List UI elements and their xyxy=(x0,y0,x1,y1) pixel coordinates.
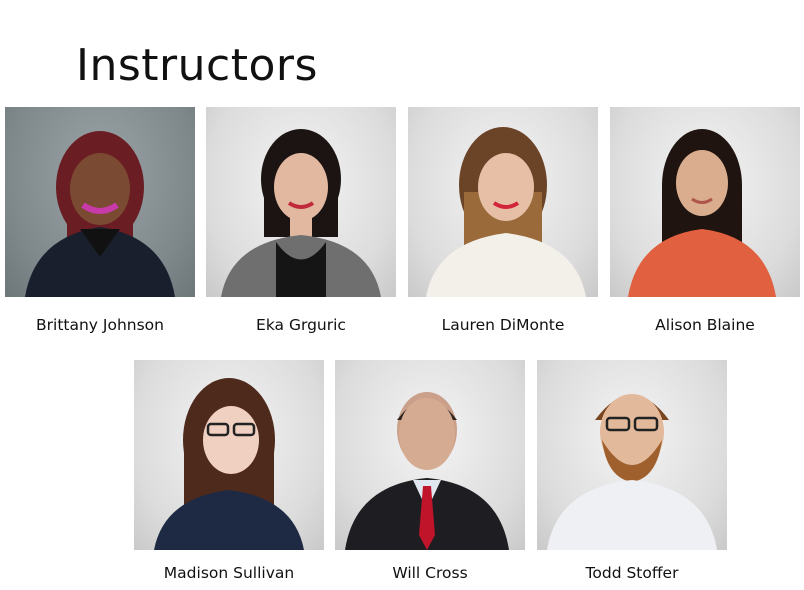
instructor-card-lauren-dimonte: Lauren DiMonte xyxy=(408,107,598,334)
instructor-card-will-cross: Will Cross xyxy=(335,360,525,582)
instructor-photo xyxy=(206,107,396,297)
instructor-photo xyxy=(610,107,800,297)
instructor-card-eka-grguric: Eka Grguric xyxy=(206,107,396,334)
page-title: Instructors xyxy=(76,40,318,91)
instructor-photo xyxy=(537,360,727,550)
instructor-name: Lauren DiMonte xyxy=(441,316,565,334)
instructor-card-brittany-johnson: Brittany Johnson xyxy=(5,107,195,334)
instructor-name: Todd Stoffer xyxy=(585,564,679,582)
instructor-photo xyxy=(408,107,598,297)
instructor-name: Alison Blaine xyxy=(655,316,755,334)
instructor-photo xyxy=(134,360,324,550)
instructor-card-madison-sullivan: Madison Sullivan xyxy=(134,360,324,582)
instructor-name: Will Cross xyxy=(392,564,468,582)
instructor-name: Brittany Johnson xyxy=(36,316,164,334)
instructor-photo xyxy=(5,107,195,297)
instructor-photo xyxy=(335,360,525,550)
instructor-name: Madison Sullivan xyxy=(163,564,295,582)
instructor-card-todd-stoffer: Todd Stoffer xyxy=(537,360,727,582)
instructor-card-alison-blaine: Alison Blaine xyxy=(610,107,800,334)
instructor-name: Eka Grguric xyxy=(256,316,346,334)
